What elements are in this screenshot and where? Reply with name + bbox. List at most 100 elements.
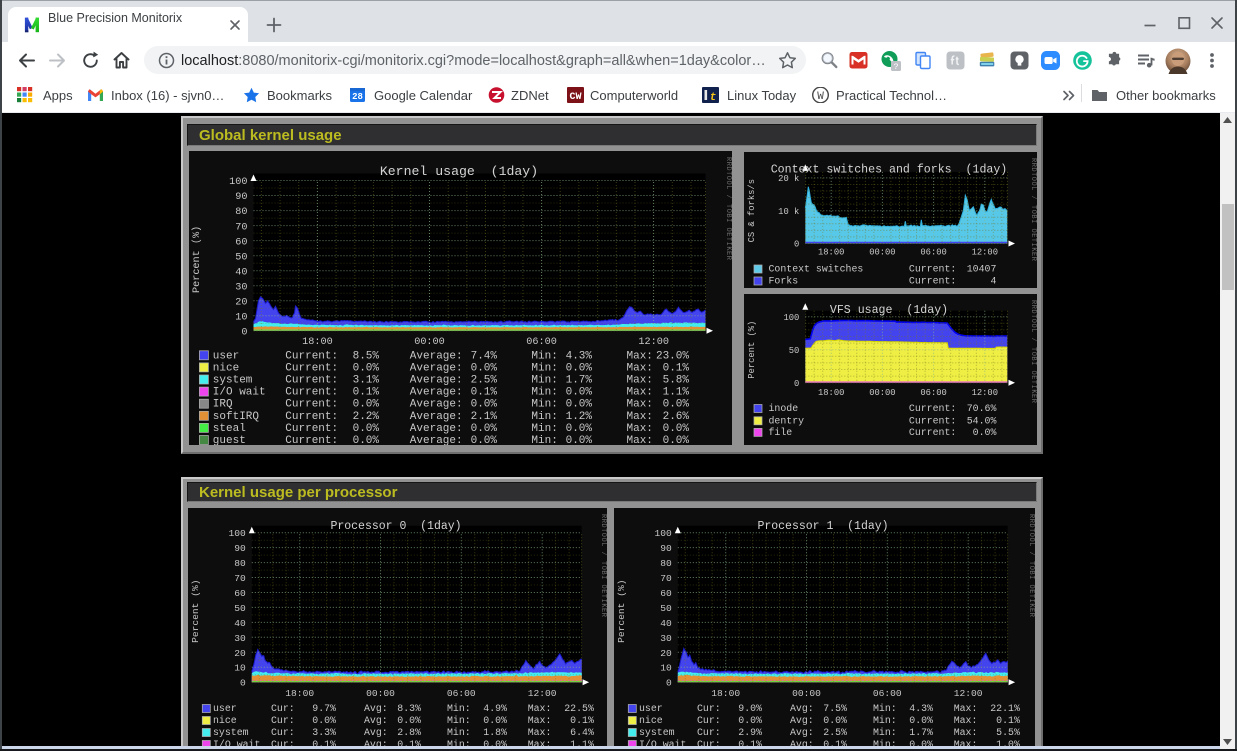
svg-text:50: 50 xyxy=(235,252,247,263)
svg-text:30: 30 xyxy=(660,633,672,644)
svg-text:Max:: Max: xyxy=(627,350,653,362)
svg-text:4.3%: 4.3% xyxy=(909,703,933,714)
svg-text:t: t xyxy=(710,92,717,103)
svg-text:20: 20 xyxy=(660,648,672,659)
svg-text:12:00: 12:00 xyxy=(954,688,983,699)
svg-text:0.0%: 0.0% xyxy=(353,435,380,445)
svg-text:Cur:: Cur: xyxy=(697,715,721,726)
svg-text:8.5%: 8.5% xyxy=(353,350,380,362)
svg-text:10: 10 xyxy=(235,312,247,323)
svg-text:4.9%: 4.9% xyxy=(483,703,507,714)
svg-text:0.1%: 0.1% xyxy=(570,715,594,726)
svg-text:Average:: Average: xyxy=(410,350,463,362)
svg-text:50: 50 xyxy=(660,603,672,614)
svg-text:Current:: Current: xyxy=(285,362,338,374)
svg-text:Max:: Max: xyxy=(954,703,978,714)
svg-text:Cur:: Cur: xyxy=(271,703,295,714)
svg-text:nice: nice xyxy=(639,715,663,726)
svg-text:90: 90 xyxy=(235,192,247,203)
svg-text:Current:: Current: xyxy=(909,415,956,426)
svg-text:100: 100 xyxy=(229,177,247,188)
svg-text:Min:: Min: xyxy=(873,703,897,714)
svg-text:2.9%: 2.9% xyxy=(738,727,762,738)
svg-text:user: user xyxy=(213,703,237,714)
svg-text:22.1%: 22.1% xyxy=(990,703,1020,714)
svg-text:0.0%: 0.0% xyxy=(483,715,507,726)
svg-text:06:00: 06:00 xyxy=(920,388,946,398)
svg-text:0: 0 xyxy=(666,678,672,689)
svg-text:22.5%: 22.5% xyxy=(564,703,594,714)
svg-text:Min:: Min: xyxy=(531,411,557,423)
svg-text:Cur:: Cur: xyxy=(271,727,295,738)
svg-text:Cur:: Cur: xyxy=(271,715,295,726)
svg-text:Max:: Max: xyxy=(627,399,653,411)
svg-text:100: 100 xyxy=(783,313,799,323)
svg-text:06:00: 06:00 xyxy=(526,337,557,348)
svg-text:Min:: Min: xyxy=(531,375,557,387)
svg-text:Avg:: Avg: xyxy=(790,703,814,714)
svg-text:Context switches: Context switches xyxy=(769,264,864,275)
svg-text:Avg:: Avg: xyxy=(364,703,388,714)
svg-text:0: 0 xyxy=(241,328,247,339)
svg-text:CW: CW xyxy=(569,92,581,103)
svg-text:Average:: Average: xyxy=(410,387,463,399)
svg-text:0.0%: 0.0% xyxy=(471,399,498,411)
svg-text:12:00: 12:00 xyxy=(972,248,998,258)
svg-text:0: 0 xyxy=(240,678,246,689)
svg-text:0.0%: 0.0% xyxy=(353,362,380,374)
svg-text:Current:: Current: xyxy=(285,411,338,423)
svg-text:06:00: 06:00 xyxy=(873,688,902,699)
svg-text:Min:: Min: xyxy=(531,350,557,362)
svg-text:4.3%: 4.3% xyxy=(566,350,593,362)
svg-text:0.0%: 0.0% xyxy=(738,715,762,726)
svg-text:user: user xyxy=(639,703,663,714)
svg-text:Max:: Max: xyxy=(528,715,552,726)
svg-text:0: 0 xyxy=(794,379,799,389)
svg-text:Average:: Average: xyxy=(410,411,463,423)
svg-text:Max:: Max: xyxy=(627,435,653,445)
svg-text:12:00: 12:00 xyxy=(528,688,557,699)
svg-text:20: 20 xyxy=(235,297,247,308)
svg-text:Min:: Min: xyxy=(531,362,557,374)
svg-text:Max:: Max: xyxy=(528,703,552,714)
svg-text:Percent (%): Percent (%) xyxy=(747,321,757,379)
svg-text:Percent (%): Percent (%) xyxy=(616,580,627,643)
svg-text:40: 40 xyxy=(234,618,246,629)
svg-text:00:00: 00:00 xyxy=(414,337,445,348)
svg-text:28: 28 xyxy=(352,92,363,102)
svg-text:60: 60 xyxy=(660,588,672,599)
svg-text:18:00: 18:00 xyxy=(711,688,740,699)
svg-text:80: 80 xyxy=(235,207,247,218)
svg-text:Max:: Max: xyxy=(627,423,653,435)
svg-text:file: file xyxy=(769,427,793,438)
svg-text:12:00: 12:00 xyxy=(638,337,669,348)
svg-text:RRDTOOL / TOBI OETIKER: RRDTOOL / TOBI OETIKER xyxy=(599,514,607,618)
svg-text:Processor 1 (1day): Processor 1 (1day) xyxy=(757,520,888,533)
svg-text:1.1%: 1.1% xyxy=(663,387,690,399)
svg-text:Cur:: Cur: xyxy=(697,703,721,714)
svg-text:0.0%: 0.0% xyxy=(566,399,593,411)
svg-text:Average:: Average: xyxy=(410,375,463,387)
svg-text:40: 40 xyxy=(235,267,247,278)
svg-text:9.0%: 9.0% xyxy=(738,703,762,714)
svg-text:Current:: Current: xyxy=(909,276,956,287)
svg-text:Min:: Min: xyxy=(531,387,557,399)
svg-text:1.8%: 1.8% xyxy=(483,727,507,738)
svg-text:Min:: Min: xyxy=(531,435,557,445)
svg-text:Current:: Current: xyxy=(909,264,956,275)
svg-text:W: W xyxy=(817,91,824,103)
svg-text:inode: inode xyxy=(769,403,799,414)
svg-text:Current:: Current: xyxy=(285,423,338,435)
svg-text:70: 70 xyxy=(234,573,246,584)
svg-text:30: 30 xyxy=(235,282,247,293)
svg-text:Avg:: Avg: xyxy=(364,715,388,726)
svg-text:0.0%: 0.0% xyxy=(663,435,690,445)
svg-text:I/O wait: I/O wait xyxy=(213,387,266,399)
svg-text:10 k: 10 k xyxy=(778,207,799,217)
svg-text:2.6%: 2.6% xyxy=(663,411,690,423)
svg-text:2.1%: 2.1% xyxy=(471,411,498,423)
svg-text:Max:: Max: xyxy=(954,727,978,738)
svg-text:system: system xyxy=(213,727,249,738)
svg-text:100: 100 xyxy=(655,528,673,539)
svg-text:system: system xyxy=(639,727,675,738)
